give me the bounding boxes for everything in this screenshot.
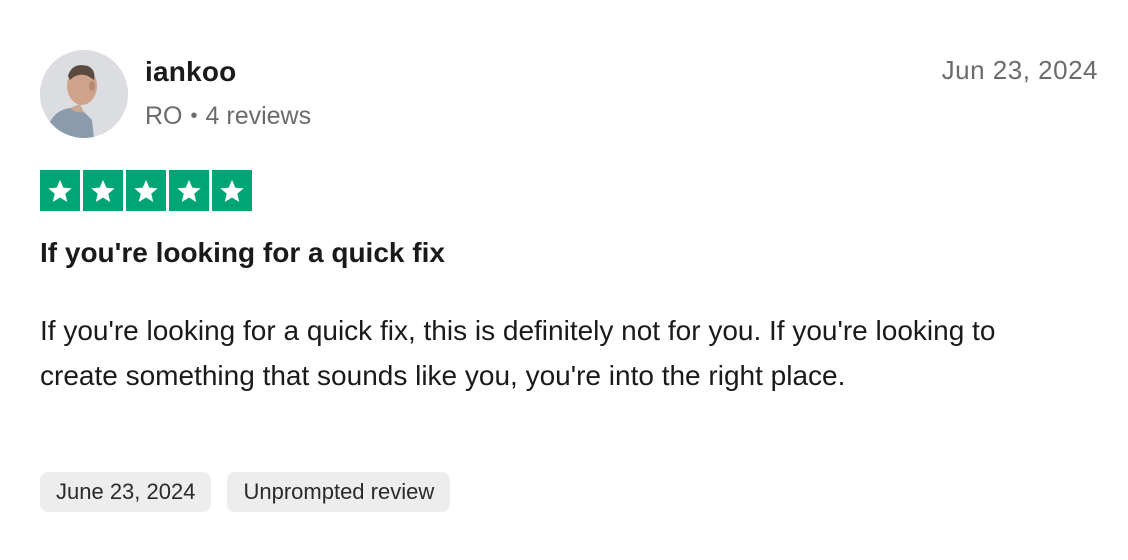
reviewer-country: RO [145,102,183,130]
tag-experience-date: June 23, 2024 [40,472,212,512]
star-rating [40,170,252,211]
reviewer-meta: RO • 4 reviews [145,102,311,131]
star-icon [212,170,252,211]
tag-unprompted-review[interactable]: Unprompted review [227,472,451,512]
star-icon [126,170,166,211]
star-icon [83,170,123,211]
review-title: If you're looking for a quick fix [40,237,445,268]
meta-separator: • [190,105,198,127]
review-card: iankoo RO • 4 reviews Jun 23, 2024 If yo… [0,0,1128,560]
star-icon [169,170,209,211]
review-tags: June 23, 2024 Unprompted review [40,472,451,512]
reviewer-name[interactable]: iankoo [145,56,236,88]
avatar[interactable] [40,50,128,138]
review-body: If you're looking for a quick fix, this … [40,315,996,391]
review-date: Jun 23, 2024 [941,55,1098,85]
star-icon [40,170,80,211]
reviewer-review-count[interactable]: 4 reviews [206,102,312,131]
